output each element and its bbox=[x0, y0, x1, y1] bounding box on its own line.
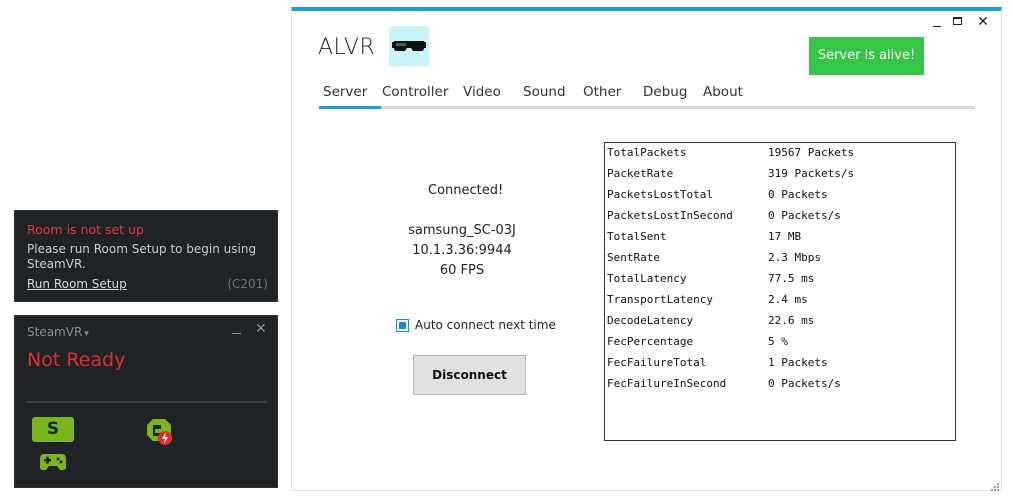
minimize-button[interactable] bbox=[231, 321, 243, 337]
stat-value: 0 Packets/s bbox=[768, 209, 841, 222]
stat-row: SentRate 2.3 Mbps bbox=[607, 248, 952, 269]
app-title: ALVR bbox=[318, 35, 376, 60]
stat-value: 2.3 Mbps bbox=[768, 251, 821, 264]
stat-row: DecodeLatency 22.6 ms bbox=[607, 311, 952, 332]
steamvr-status-window: SteamVR ▾ ✕ Not Ready S bbox=[14, 315, 278, 488]
active-tab-indicator bbox=[319, 106, 381, 109]
vr-headset-logo-icon bbox=[389, 26, 429, 66]
stat-name: TransportLatency bbox=[607, 293, 713, 306]
stat-name: FecFailureTotal bbox=[607, 356, 707, 369]
stat-row: PacketsLostInSecond 0 Packets/s bbox=[607, 206, 952, 227]
divider bbox=[27, 401, 267, 403]
statistics-panel: TotalPackets 19567 Packets PacketRate 31… bbox=[604, 142, 956, 441]
run-room-setup-link[interactable]: Run Room Setup bbox=[27, 277, 127, 292]
stat-name: FecFailureInSecond bbox=[607, 377, 727, 390]
tab-sound[interactable]: Sound bbox=[523, 84, 566, 100]
tab-debug[interactable]: Debug bbox=[643, 84, 687, 100]
device-address: 10.1.3.36:9944 bbox=[412, 243, 512, 258]
stat-row: FecFailureTotal 1 Packets bbox=[607, 353, 952, 374]
stat-row: TotalSent 17 MB bbox=[607, 227, 952, 248]
stat-row: FecPercentage 5 % bbox=[607, 332, 952, 353]
tab-bar: Server Controller Video Sound Other Debu… bbox=[319, 84, 976, 110]
stat-row: TransportLatency 2.4 ms bbox=[607, 290, 952, 311]
steamvr-title: SteamVR bbox=[27, 325, 83, 339]
stat-value: 0 Packets/s bbox=[768, 377, 841, 390]
steamvr-icon[interactable]: S bbox=[32, 417, 74, 442]
auto-connect-label: Auto connect next time bbox=[415, 318, 556, 332]
stat-value: 0 Packets bbox=[768, 188, 828, 201]
stat-row: FecFailureInSecond 0 Packets/s bbox=[607, 374, 952, 395]
stat-value: 2.4 ms bbox=[768, 293, 808, 306]
notification-title: Room is not set up bbox=[27, 222, 144, 237]
tab-controller[interactable]: Controller bbox=[382, 84, 448, 100]
chevron-down-icon: ▾ bbox=[84, 329, 89, 339]
stat-name: TotalSent bbox=[607, 230, 667, 243]
device-name: samsung_SC-03J bbox=[408, 223, 516, 238]
stat-name: PacketsLostTotal bbox=[607, 188, 713, 201]
tab-other[interactable]: Other bbox=[583, 84, 621, 100]
notification-error-code: (C201) bbox=[227, 277, 268, 291]
device-fps: 60 FPS bbox=[439, 263, 485, 278]
stat-row: TotalPackets 19567 Packets bbox=[607, 143, 952, 164]
close-button[interactable]: ✕ bbox=[976, 14, 990, 30]
resize-grip-icon[interactable] bbox=[989, 481, 1001, 493]
stat-value: 1 Packets bbox=[768, 356, 828, 369]
stat-value: 5 % bbox=[768, 335, 788, 348]
stat-row: TotalLatency 77.5 ms bbox=[607, 269, 952, 290]
headset-warning-icon[interactable] bbox=[143, 417, 175, 447]
stat-name: FecPercentage bbox=[607, 335, 694, 348]
controller-icon[interactable] bbox=[39, 451, 67, 471]
steamvr-room-setup-notification: Room is not set up Please run Room Setup… bbox=[14, 210, 278, 302]
device-info: samsung_SC-03J 10.1.3.36:9944 60 FPS bbox=[392, 221, 532, 281]
stat-value: 319 Packets/s bbox=[768, 167, 855, 180]
stat-name: TotalPackets bbox=[607, 146, 687, 159]
tab-server[interactable]: Server bbox=[323, 84, 367, 100]
stat-name: PacketsLostInSecond bbox=[607, 209, 733, 222]
alvr-window: ✕ ALVR Server is alive! Server Controlle… bbox=[291, 7, 1002, 491]
stat-value: 17 MB bbox=[768, 230, 802, 243]
connection-status: Connected! bbox=[428, 183, 504, 198]
stat-value: 77.5 ms bbox=[768, 272, 815, 285]
maximize-button[interactable] bbox=[953, 17, 962, 25]
server-status-badge: Server is alive! bbox=[809, 37, 924, 75]
notification-message: Please run Room Setup to begin using Ste… bbox=[27, 242, 257, 271]
close-button[interactable]: ✕ bbox=[255, 321, 267, 337]
tab-video[interactable]: Video bbox=[463, 84, 501, 100]
stat-name: TotalLatency bbox=[607, 272, 687, 285]
stat-name: DecodeLatency bbox=[607, 314, 694, 327]
tab-about[interactable]: About bbox=[703, 84, 743, 100]
stat-name: PacketRate bbox=[607, 167, 674, 180]
steamvr-status: Not Ready bbox=[27, 349, 126, 371]
tab-underline bbox=[319, 106, 975, 109]
disconnect-button[interactable]: Disconnect bbox=[413, 355, 526, 395]
steamvr-menu-button[interactable]: SteamVR ▾ bbox=[27, 325, 89, 339]
stat-value: 22.6 ms bbox=[768, 314, 815, 327]
stat-row: PacketRate 319 Packets/s bbox=[607, 164, 952, 185]
checkbox-checked-icon[interactable] bbox=[396, 319, 409, 332]
stat-value: 19567 Packets bbox=[768, 146, 855, 159]
stat-row: PacketsLostTotal 0 Packets bbox=[607, 185, 952, 206]
stat-name: SentRate bbox=[607, 251, 660, 264]
